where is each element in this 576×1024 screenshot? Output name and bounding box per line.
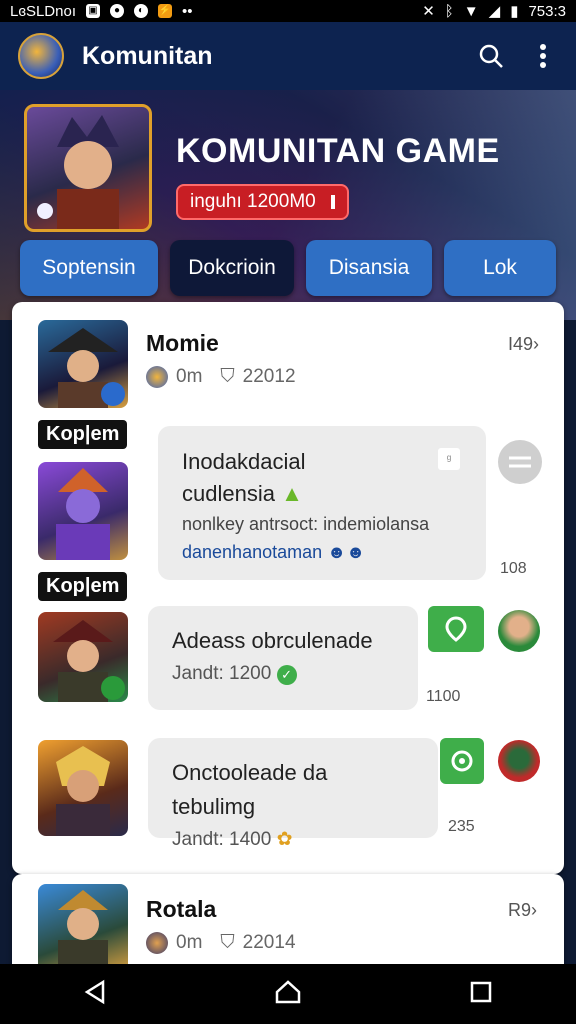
signal-icon: ◢ [488,3,501,20]
reply-count: 1100 [426,688,461,705]
app-title: Komunitan [82,41,213,70]
reply-count: 108 [500,560,527,577]
tab-bar: Soptensin Dokcrioin Disansia Lok [20,240,560,296]
reply-sub: Jandt: 1400 ✿ [172,824,414,856]
game-badge-icon [146,366,168,388]
reply-count: 235 [448,818,475,835]
status-bar: LɞSLDnoı ▣ ● ◐ ⚡ •• ✕ ᛒ ▼ ◢ ▮ 753:3 [0,0,576,22]
reply-avatar[interactable] [38,612,128,702]
triangle-emoji-icon: ▲ [281,481,303,506]
reaction-icon[interactable]: ᵍ [438,448,460,470]
post-author-avatar[interactable] [38,884,128,972]
shield-icon: ⛉ [220,932,235,953]
post-views: 22012 [242,366,296,387]
reply-bubble[interactable]: Onctooleade da tebulimg Jandt: 1400 ✿ [148,738,438,850]
reply-sub-text: Jandt: 1400 [172,829,272,850]
tab-disansia[interactable]: Disansia [306,240,432,296]
reply-line-4: danenhanotaman ☻☻ [182,538,462,566]
user-label: Kop|em [38,572,128,601]
reply-line-1: Inodakdacial [182,449,306,474]
post-views: 22014 [242,932,296,953]
reply-avatar[interactable] [38,462,128,560]
recents-icon[interactable] [469,980,493,1009]
check-icon: ✓ [276,665,297,685]
hero-portrait-icon [37,115,119,229]
reply-avatar[interactable] [38,740,128,836]
system-nav-bar [0,964,576,1024]
search-icon[interactable] [476,41,506,71]
notification-icon: ▣ [85,4,100,18]
carrier-text: LɞSLDnoı [10,2,76,20]
reply-bubble[interactable]: Inodakdacial cudlensia ▲ nonlkey antrsoc… [158,426,486,580]
battery-icon: ▮ [510,3,519,20]
nfc-icon: ✕ [422,3,435,20]
shield-icon: ⛉ [220,366,235,387]
post-card: Rotala R9› 0m ⛉ 22014 [12,874,564,974]
reply-line-3: nonlkey antrsoct: indemiolansa [182,514,430,534]
bluetooth-icon: ᛒ [444,2,454,20]
post-corner-stat[interactable]: R9› [508,900,537,921]
tab-soptensin[interactable]: Soptensin [20,240,158,296]
camera-icon[interactable] [440,738,484,784]
community-header: KOMUNITAN GAME inguhı 1200M0 Soptensin D… [0,90,576,320]
back-icon[interactable] [83,979,107,1010]
reply-sub: Jandt: 1200 ✓ [172,658,394,690]
community-avatar [24,104,152,232]
more-vert-icon[interactable] [528,41,558,71]
more-notifications-icon: •• [181,2,193,20]
game-badge-icon [146,932,168,954]
wifi-icon: ▼ [463,2,479,20]
post-author-name[interactable]: Momie [146,330,219,357]
post-card: Momie I49› 0m ⛉ 22012 Kop|em Inodakdacia… [12,302,564,874]
community-title: KOMUNITAN GAME [176,132,500,170]
reply-title: Onctooleade da tebulimg [172,760,328,819]
user-label: Kop|em [38,420,128,449]
emoji-icon: ☻☻ [327,542,366,562]
participant-avatar[interactable] [498,740,540,782]
game-icon: ⚡ [157,4,172,18]
reply-title: Adeass obrculenade [172,628,373,653]
app-icon: ● [109,4,124,18]
share-icon[interactable] [498,440,542,484]
reply-line-2: cudlensia ▲ [182,478,462,510]
post-author-name[interactable]: Rotala [146,896,216,923]
post-corner-stat[interactable]: I49› [508,334,539,355]
tab-lok[interactable]: Lok [444,240,556,296]
app-logo-icon[interactable] [18,33,64,79]
post-meta: 0m ⛉ 22012 [146,366,296,388]
post-meta: 0m ⛉ 22014 [146,932,296,954]
badge-bar-icon [331,194,335,209]
post-author-avatar[interactable] [38,320,128,408]
reply-bubble[interactable]: Adeass obrculenade Jandt: 1200 ✓ [148,606,418,710]
home-icon[interactable] [274,979,302,1010]
participant-avatar[interactable] [498,610,540,652]
tab-dokcrioin[interactable]: Dokcrioin [170,240,294,296]
location-icon[interactable] [428,606,484,652]
settings-icon: ◐ [133,4,148,18]
member-count-badge: inguhı 1200M0 [176,184,349,220]
member-count-text: inguhı 1200M0 [190,191,316,212]
flower-icon: ✿ [276,829,293,850]
reply-line-2-text: cudlensia [182,481,275,506]
reply-sub-text: Jandt: 1200 [172,663,272,684]
post-time: 0m [176,366,203,387]
reply-line-4-text: danenhanotaman [182,542,323,562]
clock-text: 753:3 [528,2,566,20]
app-bar: Komunitan [0,22,576,90]
post-time: 0m [176,932,203,953]
